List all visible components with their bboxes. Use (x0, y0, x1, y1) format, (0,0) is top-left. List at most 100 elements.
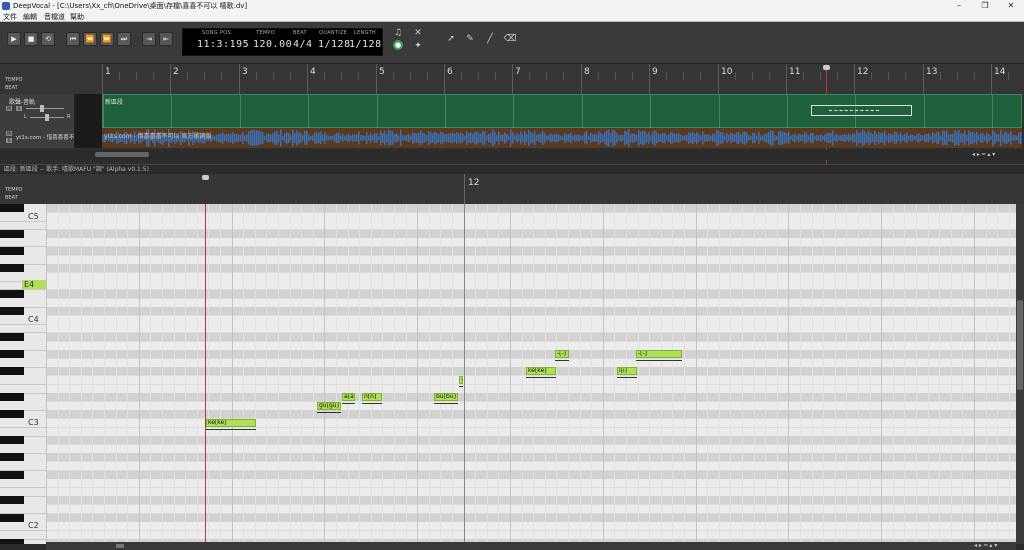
note[interactable]: - (459, 376, 463, 384)
length-value[interactable]: 1/128 (349, 39, 382, 50)
black-key[interactable] (0, 307, 24, 315)
fast-forward-button[interactable]: ⏩ (100, 32, 114, 46)
line-icon[interactable]: ╱ (483, 32, 497, 46)
grid-beat-line (800, 204, 801, 544)
note[interactable]: ke[ke] (526, 367, 556, 375)
audio-track-header[interactable]: M S yt1s.com - 惜喜喜喜不 (0, 128, 75, 148)
menu-file[interactable]: 文件 (3, 12, 17, 22)
waveform-sample (632, 133, 634, 143)
loop-button[interactable]: ⟲ (41, 32, 55, 46)
piano-roll-vscroll[interactable] (1016, 204, 1024, 544)
pr-zoom-controls-icon[interactable]: ◂ ▸ ━ ▴ ▾ (974, 542, 997, 549)
black-key[interactable] (0, 539, 24, 544)
waveform-sample (660, 134, 662, 142)
pan-handle[interactable] (45, 114, 49, 121)
split-icon[interactable]: ⇥ (142, 32, 156, 46)
black-key[interactable] (0, 247, 24, 255)
piano-roll-ruler[interactable]: TEMPO BEAT 12 (0, 174, 1024, 204)
black-key[interactable] (0, 204, 24, 212)
audio-clip[interactable]: yt1s.com - 惜喜喜喜不可以 官方歌詞版 (102, 128, 1022, 148)
record-icon[interactable]: ● (393, 40, 403, 50)
arrangement-hscroll[interactable]: ◂ ▸ ━ ▴ ▾ (0, 150, 1024, 160)
hscroll-thumb[interactable] (116, 544, 124, 548)
segment-grid-line (103, 95, 104, 129)
pr-playhead[interactable] (205, 204, 206, 544)
note[interactable]: -[-] (636, 350, 682, 358)
song-pos-value[interactable]: 11:3:195 (197, 39, 249, 50)
black-key[interactable] (0, 514, 24, 522)
waveform-sample (800, 134, 802, 142)
join-icon[interactable]: ⇤ (159, 32, 173, 46)
tools-icon[interactable]: ✕ (411, 26, 425, 40)
rewind-button[interactable]: ⏪ (83, 32, 97, 46)
vocal-track-header[interactable]: 歌聲-音軌 M S L R (0, 94, 75, 128)
music-note-icon[interactable]: ♫ (391, 26, 405, 40)
grid-beat-line (672, 204, 673, 544)
beat-value[interactable]: 4/4 (293, 39, 313, 50)
waveform-sample (290, 135, 292, 141)
waveform-sample (942, 130, 944, 146)
black-key[interactable] (0, 230, 24, 238)
go-to-start-button[interactable]: ⏮ (66, 32, 80, 46)
minimize-button[interactable]: – (946, 0, 972, 12)
go-to-end-button[interactable]: ⏭ (117, 32, 131, 46)
black-key[interactable] (0, 350, 24, 358)
waveform-sample (412, 132, 414, 144)
note[interactable]: i[i] (617, 367, 637, 375)
playhead-handle[interactable] (823, 65, 830, 70)
note[interactable]: gu[gu] (317, 402, 341, 410)
zoom-controls-icon[interactable]: ◂ ▸ ━ ▴ ▾ (972, 151, 995, 158)
audio-mute-button[interactable]: M (6, 131, 12, 136)
grid-beat-line (951, 204, 952, 544)
waveform-sample (700, 135, 702, 141)
mute-button[interactable]: M (6, 106, 12, 111)
note[interactable]: a[a] (342, 393, 355, 401)
black-key[interactable] (0, 436, 24, 444)
black-key[interactable] (0, 453, 24, 461)
waveform-sample (474, 131, 476, 145)
black-key[interactable] (0, 496, 24, 504)
black-key[interactable] (0, 290, 24, 298)
segment-grid-line (650, 95, 651, 129)
black-key[interactable] (0, 471, 24, 479)
black-key[interactable] (0, 410, 24, 418)
note[interactable]: ke[ke] (206, 419, 256, 427)
black-key[interactable] (0, 367, 24, 375)
solo-button[interactable]: S (16, 106, 22, 111)
piano-roll-hscroll[interactable]: ◂ ▸ ━ ▴ ▾ (46, 542, 1016, 550)
pencil-icon[interactable]: ✎ (463, 32, 477, 46)
black-key[interactable] (0, 333, 24, 341)
restore-button[interactable]: ❐ (972, 0, 998, 12)
menu-edit[interactable]: 編輯 (23, 12, 37, 22)
note[interactable]: n[n] (362, 393, 382, 401)
pin-icon[interactable]: ✦ (411, 39, 425, 53)
menu-help[interactable]: 幫助 (70, 12, 84, 22)
pointer-icon[interactable]: ➚ (444, 32, 458, 46)
note[interactable]: bu[bu] (434, 393, 458, 401)
vocal-segment[interactable]: 新區段 (102, 94, 1022, 129)
waveform-sample (260, 131, 262, 145)
piano-keyboard[interactable]: C5 E4 C4 C3 C2 (0, 204, 46, 544)
volume-slider[interactable] (26, 108, 64, 109)
arrangement-ruler[interactable]: TEMPO BEAT 1 2 3 4 5 6 7 8 9 10 11 12 13 14 (0, 64, 1024, 164)
white-key-divider (0, 384, 46, 385)
quantize-value[interactable]: 1/128 (318, 39, 351, 50)
arrangement-scroll-thumb[interactable] (95, 152, 149, 157)
tempo-value[interactable]: 120.00 (253, 39, 292, 50)
beat-tick (290, 72, 291, 80)
waveform-sample (346, 134, 348, 142)
close-button[interactable]: ✕ (998, 0, 1024, 12)
eraser-icon[interactable]: ⌫ (503, 32, 517, 46)
note[interactable]: -[-] (555, 350, 569, 358)
menu-track[interactable]: 音檔道 (44, 12, 65, 22)
note-grid[interactable]: ke[ke] gu[gu] a[a] n[n] bu[bu] - ke[ke] -[-] i[i… (46, 204, 1016, 544)
black-key[interactable] (0, 393, 24, 401)
audio-solo-button[interactable]: S (6, 138, 12, 143)
black-key[interactable] (0, 264, 24, 272)
waveform-sample (382, 132, 384, 144)
play-button[interactable]: ▶ (7, 32, 21, 46)
volume-handle[interactable] (40, 105, 44, 112)
pr-playhead-handle[interactable] (202, 175, 209, 180)
vscroll-thumb[interactable] (1017, 300, 1023, 390)
stop-button[interactable]: ■ (24, 32, 38, 46)
